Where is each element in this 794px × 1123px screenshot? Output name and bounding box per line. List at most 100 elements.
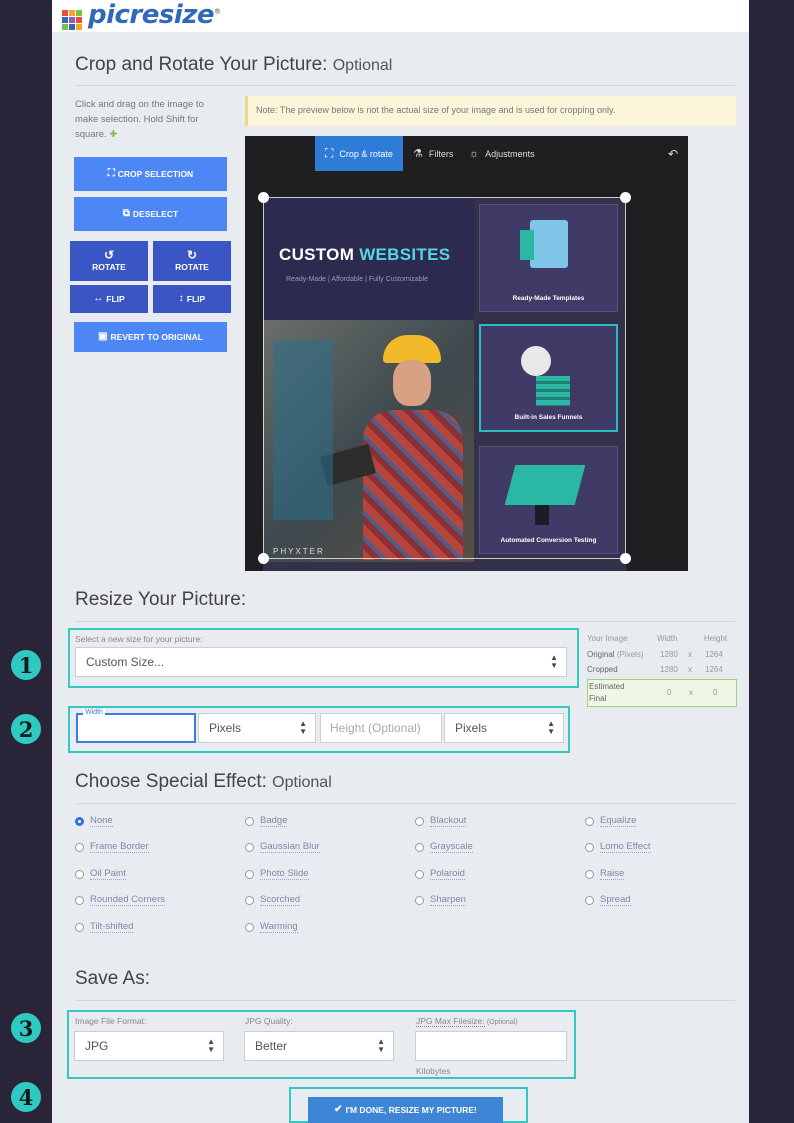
divider xyxy=(75,1000,735,1001)
width-input[interactable] xyxy=(76,713,196,743)
check-circle-icon: ✔ xyxy=(334,1104,343,1115)
effect-grayscale[interactable]: Grayscale xyxy=(415,841,473,853)
info-estimated-label: Estimated xyxy=(589,682,625,691)
info-x: x xyxy=(689,688,693,697)
logo[interactable]: picresize® xyxy=(60,0,221,30)
deselect-icon: ⧉ xyxy=(122,208,130,219)
logo-grid-icon xyxy=(60,6,86,30)
radio-selected-icon xyxy=(75,816,84,826)
rotate-right-button[interactable]: ↻ Rotate xyxy=(153,241,231,281)
info-cropped-width: 1280 xyxy=(660,665,678,674)
estimated-final-box: Estimated Final 0 x 0 xyxy=(587,679,737,707)
crop-frame-left xyxy=(263,197,264,558)
rotate-left-button[interactable]: ↺ Rotate xyxy=(70,241,148,281)
logo-text: picresize® xyxy=(88,0,221,30)
rotate-left-icon: ↺ xyxy=(103,248,115,262)
tab-adjustments[interactable]: ☼ Adjustments xyxy=(469,136,535,171)
info-original-height: 1264 xyxy=(705,650,723,659)
card-templates: Ready-Made Templates xyxy=(479,204,618,312)
revert-to-original-button[interactable]: ▣ Revert to Original xyxy=(74,322,227,352)
effect-tilt-shifted[interactable]: Tilt-shifted xyxy=(75,921,134,933)
effect-scorched[interactable]: Scorched xyxy=(245,894,301,906)
crop-frame-top xyxy=(263,197,626,198)
info-x: x xyxy=(688,665,692,674)
card-testing: Automated Conversion Testing xyxy=(479,446,618,554)
undo-icon[interactable]: ↶ xyxy=(668,136,678,171)
rotate-right-icon: ↻ xyxy=(186,248,198,262)
effect-badge[interactable]: Badge xyxy=(245,815,288,827)
format-label: Image File Format: xyxy=(75,1016,147,1026)
annotation-badge-4: 4 xyxy=(11,1082,41,1112)
info-header-height: Height xyxy=(704,634,728,643)
crop-handle-bottom-left[interactable] xyxy=(258,553,269,564)
resize-section-title: Resize Your Picture: xyxy=(75,589,247,610)
flip-vertical-button[interactable]: ↕ Flip xyxy=(153,285,231,313)
quality-label: JPG Quality: xyxy=(245,1016,293,1026)
divider xyxy=(75,621,735,622)
image-icon: ▣ xyxy=(98,331,108,342)
crop-handle-top-right[interactable] xyxy=(620,192,631,203)
effect-spread[interactable]: Spread xyxy=(585,894,631,906)
height-input[interactable]: Height (Optional) xyxy=(320,713,442,743)
info-cropped-label: Cropped xyxy=(587,665,618,674)
info-final-label: Final xyxy=(589,694,607,703)
effect-sharpen[interactable]: Sharpen xyxy=(415,894,466,906)
maxsize-label: JPG Max Filesize: (Optional) xyxy=(416,1016,518,1027)
image-headline: CUSTOM WEBSITES xyxy=(279,245,451,264)
crop-selection-button[interactable]: ⛶ Crop Selection xyxy=(74,157,227,191)
effect-warming[interactable]: Warming xyxy=(245,921,298,933)
width-unit-select[interactable]: Pixels ▲ ▼ xyxy=(198,713,316,743)
flip-horizontal-icon: ↔ xyxy=(93,293,104,304)
select-arrow-icon: ▲ ▼ xyxy=(547,719,555,736)
info-header-image: Your Image xyxy=(587,634,628,643)
divider xyxy=(75,803,735,804)
effect-gaussian-blur[interactable]: Gaussian Blur xyxy=(245,841,320,853)
size-select[interactable]: Custom Size... ▲ ▼ xyxy=(75,647,567,677)
maxsize-unit: Kilobytes xyxy=(416,1066,451,1076)
tab-crop-rotate[interactable]: ⛶ Crop & rotate xyxy=(315,136,403,171)
annotation-badge-1: 1 xyxy=(11,650,41,680)
card-caption: Ready-Made Templates xyxy=(512,295,585,302)
info-original-width: 1280 xyxy=(660,650,678,659)
preview-note: Note: The preview below is not the actua… xyxy=(245,96,736,126)
crop-handle-bottom-right[interactable] xyxy=(620,553,631,564)
sun-icon: ☼ xyxy=(469,147,480,160)
size-select-label: Select a new size for your picture: xyxy=(75,634,203,644)
image-subline: Ready-Made | Affordable | Fully Customiz… xyxy=(286,276,429,283)
info-cropped-height: 1264 xyxy=(705,665,723,674)
page: picresize® Crop and Rotate Your Picture:… xyxy=(52,0,749,1123)
effect-oil-paint[interactable]: Oil Paint xyxy=(75,868,126,880)
effect-photo-slide[interactable]: Photo Slide xyxy=(245,868,309,880)
effect-blackout[interactable]: Blackout xyxy=(415,815,467,827)
annotation-badge-3: 3 xyxy=(11,1013,41,1043)
effect-raise[interactable]: Raise xyxy=(585,868,625,880)
select-arrow-icon: ▲ ▼ xyxy=(377,1037,385,1054)
crop-icon: ⛶ xyxy=(107,168,115,179)
format-select[interactable]: JPG ▲ ▼ xyxy=(74,1031,224,1061)
preview-image[interactable]: CUSTOM WEBSITES Ready-Made | Affordable … xyxy=(263,197,626,571)
width-label: Width xyxy=(83,709,105,716)
effect-rounded-corners[interactable]: Rounded Corners xyxy=(75,894,165,906)
effect-lomo[interactable]: Lomo Effect xyxy=(585,841,651,853)
filter-icon: ⚗ xyxy=(413,148,423,160)
tab-filters[interactable]: ⚗ Filters xyxy=(413,136,453,171)
deselect-button[interactable]: ⧉ Deselect xyxy=(74,197,227,231)
height-unit-select[interactable]: Pixels ▲ ▼ xyxy=(444,713,564,743)
image-editor: ⛶ Crop & rotate ⚗ Filters ☼ Adjustments ↶ C… xyxy=(245,136,688,571)
worker-photo: PHYXTER xyxy=(263,320,474,562)
crop-section-title: Crop and Rotate Your Picture: Optional xyxy=(75,54,393,75)
resize-submit-button[interactable]: ✔ I'm Done, Resize My Picture! xyxy=(308,1097,503,1123)
effect-frame-border[interactable]: Frame Border xyxy=(75,841,149,853)
effect-equalize[interactable]: Equalize xyxy=(585,815,637,827)
crop-frame-right xyxy=(625,197,626,558)
quality-select[interactable]: Better ▲ ▼ xyxy=(244,1031,394,1061)
image-banner: CUSTOM WEBSITES Ready-Made | Affordable … xyxy=(263,197,474,320)
flip-horizontal-button[interactable]: ↔ Flip xyxy=(70,285,148,313)
maxsize-input[interactable] xyxy=(415,1031,567,1061)
effect-polaroid[interactable]: Polaroid xyxy=(415,868,465,880)
effect-none[interactable]: None xyxy=(75,815,113,827)
select-arrow-icon: ▲ ▼ xyxy=(207,1037,215,1054)
crop-handle-top-left[interactable] xyxy=(258,192,269,203)
crop-frame-bottom xyxy=(263,558,626,559)
divider xyxy=(75,85,735,86)
